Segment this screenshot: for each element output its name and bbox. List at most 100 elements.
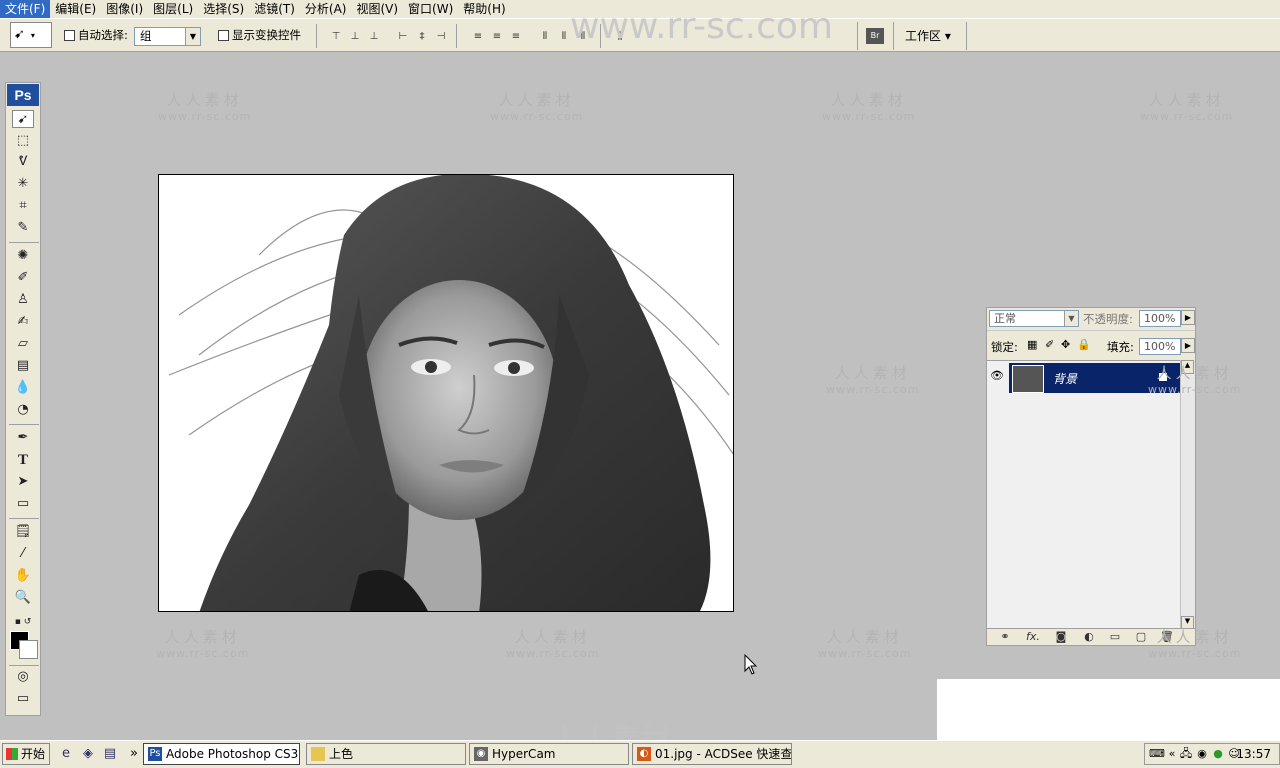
fill-input[interactable]: 100% bbox=[1139, 338, 1181, 355]
scroll-up-icon[interactable]: ▲ bbox=[1181, 360, 1194, 374]
slice-tool-icon[interactable]: ✎ bbox=[12, 219, 34, 237]
healing-brush-tool-icon[interactable]: ✺ bbox=[12, 247, 34, 265]
marquee-tool-icon[interactable]: ⬚ bbox=[12, 132, 34, 150]
menu-image[interactable]: 图像(I) bbox=[101, 0, 148, 18]
show-transform-group[interactable]: 显示变换控件 bbox=[218, 27, 301, 43]
keyboard-icon[interactable]: ⌨ bbox=[1149, 747, 1165, 761]
align-vcenter-icon[interactable]: ⊥ bbox=[347, 29, 363, 45]
divider bbox=[9, 665, 39, 666]
blur-tool-icon[interactable]: 💧 bbox=[12, 379, 34, 397]
bridge-icon[interactable]: Br bbox=[866, 28, 884, 44]
auto-select-checkbox-group[interactable]: 自动选择: bbox=[64, 27, 128, 43]
new-layer-icon[interactable]: ▢ bbox=[1133, 630, 1149, 643]
task-folder[interactable]: 上色 bbox=[306, 743, 466, 765]
align-hcenter-icon[interactable]: ‡ bbox=[414, 29, 430, 45]
menu-edit[interactable]: 编辑(E) bbox=[50, 0, 101, 18]
lasso-tool-icon[interactable]: ᕓ bbox=[12, 153, 34, 171]
move-tool-icon[interactable]: ➹ bbox=[12, 110, 34, 128]
path-selection-tool-icon[interactable]: ➤ bbox=[12, 473, 34, 491]
menu-layer[interactable]: 图层(L) bbox=[148, 0, 198, 18]
layer-name: 背景 bbox=[1053, 372, 1078, 386]
document-canvas[interactable] bbox=[158, 174, 734, 612]
menu-help[interactable]: 帮助(H) bbox=[458, 0, 510, 18]
menu-analysis[interactable]: 分析(A) bbox=[300, 0, 352, 18]
fill-value: 100% bbox=[1144, 340, 1176, 353]
adjustment-icon[interactable]: ◐ bbox=[1081, 630, 1097, 643]
menu-view[interactable]: 视图(V) bbox=[351, 0, 403, 18]
history-brush-tool-icon[interactable]: ✍ bbox=[12, 313, 34, 331]
ie-icon[interactable]: e bbox=[58, 746, 74, 762]
screen-mode-icon[interactable]: ▭ bbox=[12, 690, 34, 708]
align-bottom-icon[interactable]: ⊥ bbox=[366, 29, 382, 45]
pen-tool-icon[interactable]: ✒ bbox=[12, 429, 34, 447]
opacity-slider-arrow-icon[interactable]: ▶ bbox=[1181, 310, 1195, 325]
menu-filter[interactable]: 滤镜(T) bbox=[249, 0, 300, 18]
group-icon[interactable]: ▭ bbox=[1107, 630, 1123, 643]
hand-tool-icon[interactable]: ✋ bbox=[12, 567, 34, 585]
distribute-hcenter-icon[interactable]: ⦀ bbox=[556, 29, 572, 45]
auto-align-icon[interactable]: ⫼ bbox=[612, 29, 628, 45]
layers-scrollbar[interactable]: ▲ ▼ bbox=[1180, 360, 1195, 630]
align-left-icon[interactable]: ⊢ bbox=[395, 29, 411, 45]
lock-transparency-icon[interactable]: ▦ bbox=[1027, 338, 1037, 351]
menu-window[interactable]: 窗口(W) bbox=[403, 0, 458, 18]
mouse-cursor-icon bbox=[744, 654, 758, 675]
eyedropper-tool-icon[interactable]: ⁄ bbox=[12, 545, 34, 563]
brush-tool-icon[interactable]: ✐ bbox=[12, 269, 34, 287]
auto-select-checkbox[interactable] bbox=[64, 30, 75, 41]
camera-icon[interactable]: ◉ bbox=[1195, 747, 1209, 761]
link-icon[interactable]: ⚭ bbox=[997, 630, 1013, 643]
task-hypercam[interactable]: ◉ HyperCam bbox=[469, 743, 629, 765]
menu-select[interactable]: 选择(S) bbox=[198, 0, 249, 18]
eye-icon[interactable]: 👁 bbox=[990, 369, 1006, 383]
swap-colors-icon[interactable]: ▪ ↺ bbox=[12, 613, 34, 631]
background-color-swatch[interactable] bbox=[19, 640, 38, 659]
explorer-icon[interactable]: ◈ bbox=[80, 746, 96, 762]
crop-tool-icon[interactable]: ⌗ bbox=[12, 197, 34, 215]
task-acdsee[interactable]: ◐ 01.jpg - ACDSee 快速查看 bbox=[632, 743, 792, 765]
zoom-tool-icon[interactable]: 🔍 bbox=[12, 589, 34, 607]
eraser-tool-icon[interactable]: ▱ bbox=[12, 335, 34, 353]
dodge-tool-icon[interactable]: ◔ bbox=[12, 401, 34, 419]
shape-tool-icon[interactable]: ▭ bbox=[12, 495, 34, 513]
workspace-button[interactable]: 工作区 ▾ bbox=[905, 27, 951, 44]
notepad-icon[interactable]: ▤ bbox=[102, 746, 118, 762]
fill-slider-arrow-icon[interactable]: ▶ bbox=[1181, 338, 1195, 353]
layer-row-background[interactable]: 背景 bbox=[1009, 363, 1181, 393]
lock-pixels-icon[interactable]: ✐ bbox=[1045, 338, 1054, 351]
align-top-icon[interactable]: ⊤ bbox=[328, 29, 344, 45]
distribute-right-icon[interactable]: ⦀ bbox=[575, 29, 591, 45]
lock-all-icon[interactable]: 🔒 bbox=[1077, 338, 1091, 351]
lock-position-icon[interactable]: ✥ bbox=[1061, 338, 1070, 351]
quicklaunch-overflow-icon[interactable]: » bbox=[126, 746, 142, 762]
show-transform-checkbox[interactable] bbox=[218, 30, 229, 41]
task-label: 上色 bbox=[329, 747, 354, 761]
photoshop-logo[interactable]: Ps bbox=[7, 84, 39, 106]
task-label: 01.jpg - ACDSee 快速查看 bbox=[655, 747, 792, 761]
notes-tool-icon[interactable]: 🗒 bbox=[12, 523, 34, 541]
tray-expand-icon[interactable]: « bbox=[1165, 747, 1179, 761]
divider bbox=[9, 424, 39, 425]
clone-stamp-tool-icon[interactable]: ♙ bbox=[12, 291, 34, 309]
align-right-icon[interactable]: ⊣ bbox=[433, 29, 449, 45]
quick-mask-icon[interactable]: ◎ bbox=[12, 668, 34, 686]
menu-file[interactable]: 文件(F) bbox=[0, 0, 51, 18]
opacity-input[interactable]: 100% bbox=[1139, 310, 1181, 327]
tool-preset-picker[interactable]: ➹ ▾ bbox=[10, 22, 52, 48]
fx-icon[interactable]: fx. bbox=[1025, 630, 1041, 643]
type-tool-icon[interactable]: T bbox=[12, 451, 34, 469]
distribute-top-icon[interactable]: ≡ bbox=[470, 29, 486, 45]
blend-mode-dropdown[interactable]: 正常 ▼ bbox=[989, 310, 1079, 327]
distribute-vcenter-icon[interactable]: ≡ bbox=[489, 29, 505, 45]
task-photoshop[interactable]: Ps Adobe Photoshop CS3 E... bbox=[143, 743, 300, 765]
start-button[interactable]: 开始 bbox=[2, 743, 50, 765]
magic-wand-tool-icon[interactable]: ✳ bbox=[12, 175, 34, 193]
mask-icon[interactable]: ◙ bbox=[1053, 630, 1069, 643]
security-icon[interactable]: ● bbox=[1211, 747, 1225, 761]
distribute-left-icon[interactable]: ⦀ bbox=[537, 29, 553, 45]
gradient-tool-icon[interactable]: ▤ bbox=[12, 357, 34, 375]
network-icon[interactable]: 🖧 bbox=[1179, 747, 1193, 761]
distribute-bottom-icon[interactable]: ≡ bbox=[508, 29, 524, 45]
auto-select-dropdown[interactable]: 组 ▼ bbox=[134, 27, 201, 46]
trash-icon[interactable]: 🗑 bbox=[1159, 630, 1175, 643]
